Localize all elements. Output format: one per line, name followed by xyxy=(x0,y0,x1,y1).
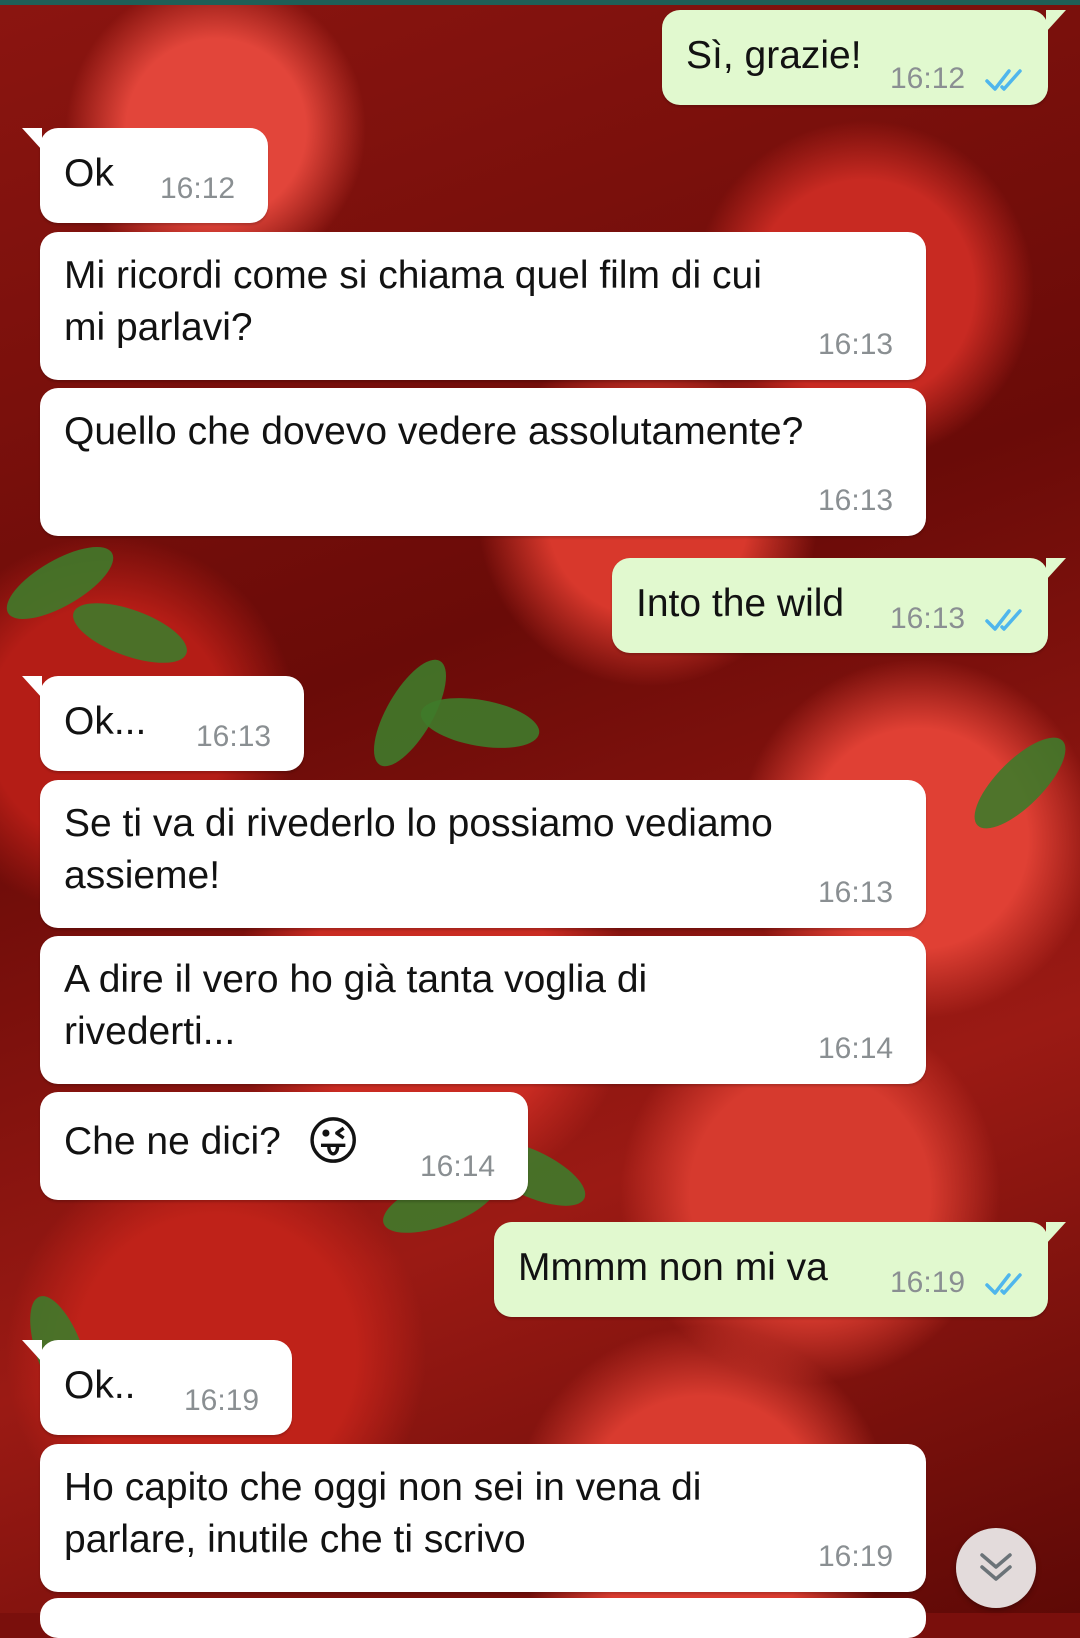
message-bubble-incoming[interactable]: Che ne dici? 😜 16:14 xyxy=(40,1092,528,1200)
message-text: Mmmm non mi va xyxy=(518,1246,828,1289)
wallpaper-leaf xyxy=(65,590,195,676)
message-bubble-outgoing[interactable]: Mmmm non mi va 16:19 xyxy=(494,1222,1066,1317)
bubble-tail xyxy=(22,676,42,698)
message-time: 16:19 xyxy=(184,1384,260,1417)
message-time: 16:13 xyxy=(818,328,894,361)
message-bubble-incoming[interactable]: Ok... 16:13 xyxy=(22,676,304,771)
message-text: Into the wild xyxy=(636,582,845,625)
message-time: 16:19 xyxy=(818,1540,894,1573)
message-text: Ok.. xyxy=(64,1364,136,1407)
bubble-tail xyxy=(22,128,42,150)
message-bubble-incoming[interactable]: Quello che dovevo vedere assolutamente? … xyxy=(40,388,926,536)
message-text: Quello che dovevo vedere assolutamente? xyxy=(64,410,804,453)
wallpaper-leaf xyxy=(961,724,1079,842)
double-check-icon xyxy=(985,69,1022,91)
winking-tongue-emoji: 😜 xyxy=(306,1113,361,1171)
message-time: 16:14 xyxy=(818,1032,894,1065)
message-text: Se ti va di rivederlo lo possiamo vediam… xyxy=(64,802,773,897)
bubble-tail xyxy=(1046,1222,1066,1244)
message-time: 16:19 xyxy=(890,1266,966,1299)
scroll-to-bottom-button[interactable] xyxy=(956,1528,1036,1608)
message-text: Mi ricordi come si chiama quel film di c… xyxy=(64,254,762,349)
double-chevron-down-icon xyxy=(980,1553,1012,1581)
top-bar-edge xyxy=(0,0,1080,5)
double-check-icon xyxy=(985,1273,1022,1295)
double-check-icon xyxy=(985,609,1022,631)
message-time: 16:14 xyxy=(420,1150,496,1183)
message-time: 16:12 xyxy=(160,172,236,205)
message-bubble-partial xyxy=(40,1598,926,1638)
message-bubble-incoming[interactable]: Ok 16:12 xyxy=(22,128,268,223)
message-bubble-incoming[interactable]: Mi ricordi come si chiama quel film di c… xyxy=(40,232,926,380)
message-bubble-incoming[interactable]: Ho capito che oggi non sei in vena di pa… xyxy=(40,1444,926,1592)
message-text: Ho capito che oggi non sei in vena di pa… xyxy=(64,1466,702,1561)
message-time: 16:13 xyxy=(890,602,966,635)
bubble-tail xyxy=(22,1340,42,1362)
message-text: A dire il vero ho già tanta voglia di ri… xyxy=(64,958,648,1053)
message-time: 16:13 xyxy=(196,720,272,753)
message-text: Sì, grazie! xyxy=(686,34,862,77)
message-time: 16:13 xyxy=(818,876,894,909)
message-bubble-outgoing[interactable]: Into the wild 16:13 xyxy=(612,558,1066,653)
message-text: Ok xyxy=(64,152,114,195)
message-bubble-incoming[interactable]: Ok.. 16:19 xyxy=(22,1340,292,1435)
message-bubble-outgoing[interactable]: Sì, grazie! 16:12 xyxy=(662,10,1066,105)
wallpaper-leaf xyxy=(416,689,544,757)
message-time: 16:13 xyxy=(818,484,894,517)
bubble-tail xyxy=(1046,10,1066,32)
message-time: 16:12 xyxy=(890,62,966,95)
bubble-tail xyxy=(1046,558,1066,580)
message-text: Che ne dici? xyxy=(64,1120,281,1163)
message-text: Ok... xyxy=(64,700,147,743)
message-bubble-incoming[interactable]: A dire il vero ho già tanta voglia di ri… xyxy=(40,936,926,1084)
message-bubble-incoming[interactable]: Se ti va di rivederlo lo possiamo vediam… xyxy=(40,780,926,928)
